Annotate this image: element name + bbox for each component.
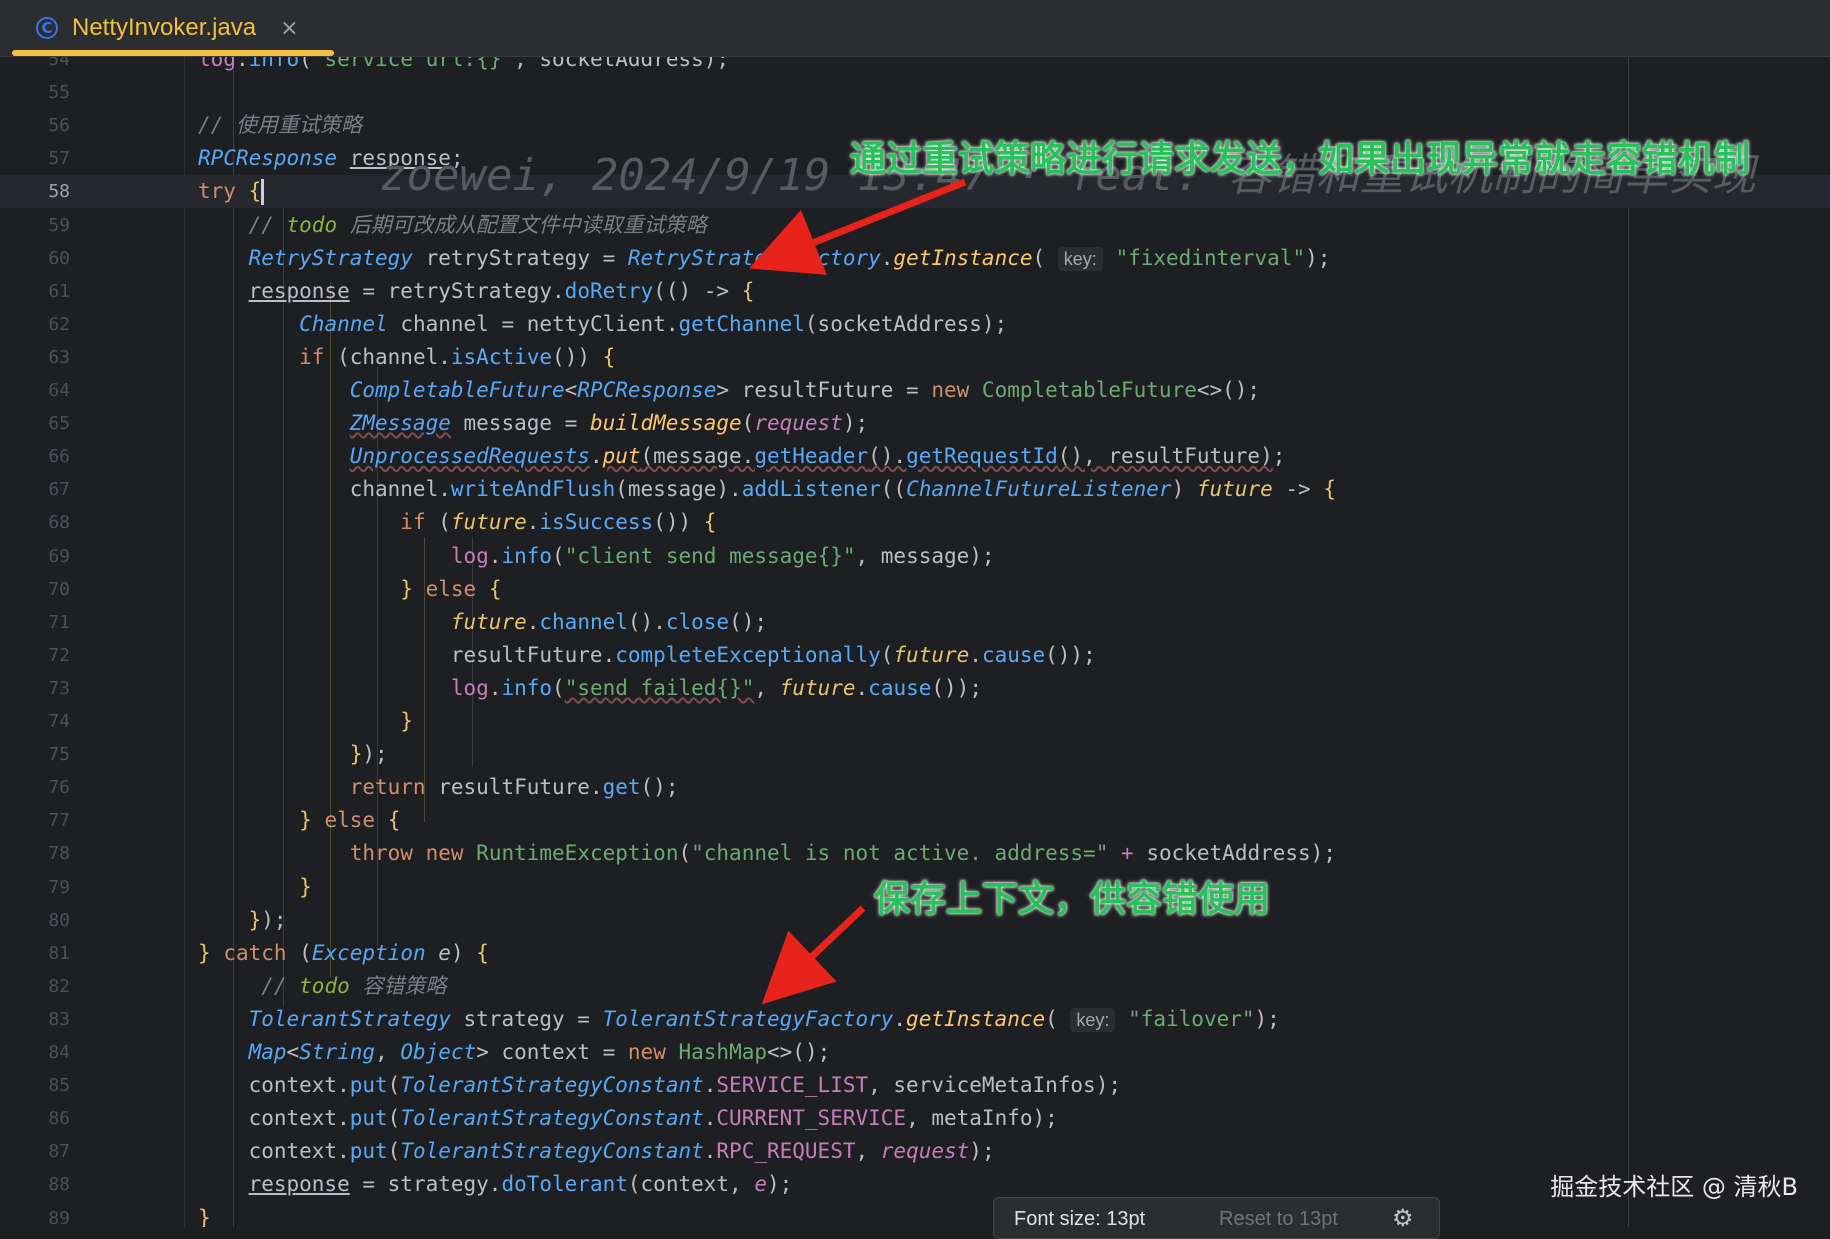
annotation-arrows <box>749 178 967 1005</box>
font-size-popup: Font size: 13pt Reset to 13pt ⚙ <box>993 1197 1440 1239</box>
arrow-to-context <box>761 905 866 1005</box>
arrow-to-retry <box>749 178 967 275</box>
gear-icon[interactable]: ⚙ <box>1392 1204 1414 1233</box>
retry-annotation: 通过重试策略进行请求发送，如果出现异常就走容错机制 <box>850 139 1751 180</box>
reset-font-link[interactable]: Reset to 13pt <box>1219 1208 1338 1231</box>
context-annotation: 保存上下文，供容错使用 <box>874 879 1271 920</box>
watermark: 掘金技术社区 @ 清秋B <box>1550 1173 1798 1201</box>
font-size-label: Font size: 13pt <box>1014 1208 1146 1230</box>
